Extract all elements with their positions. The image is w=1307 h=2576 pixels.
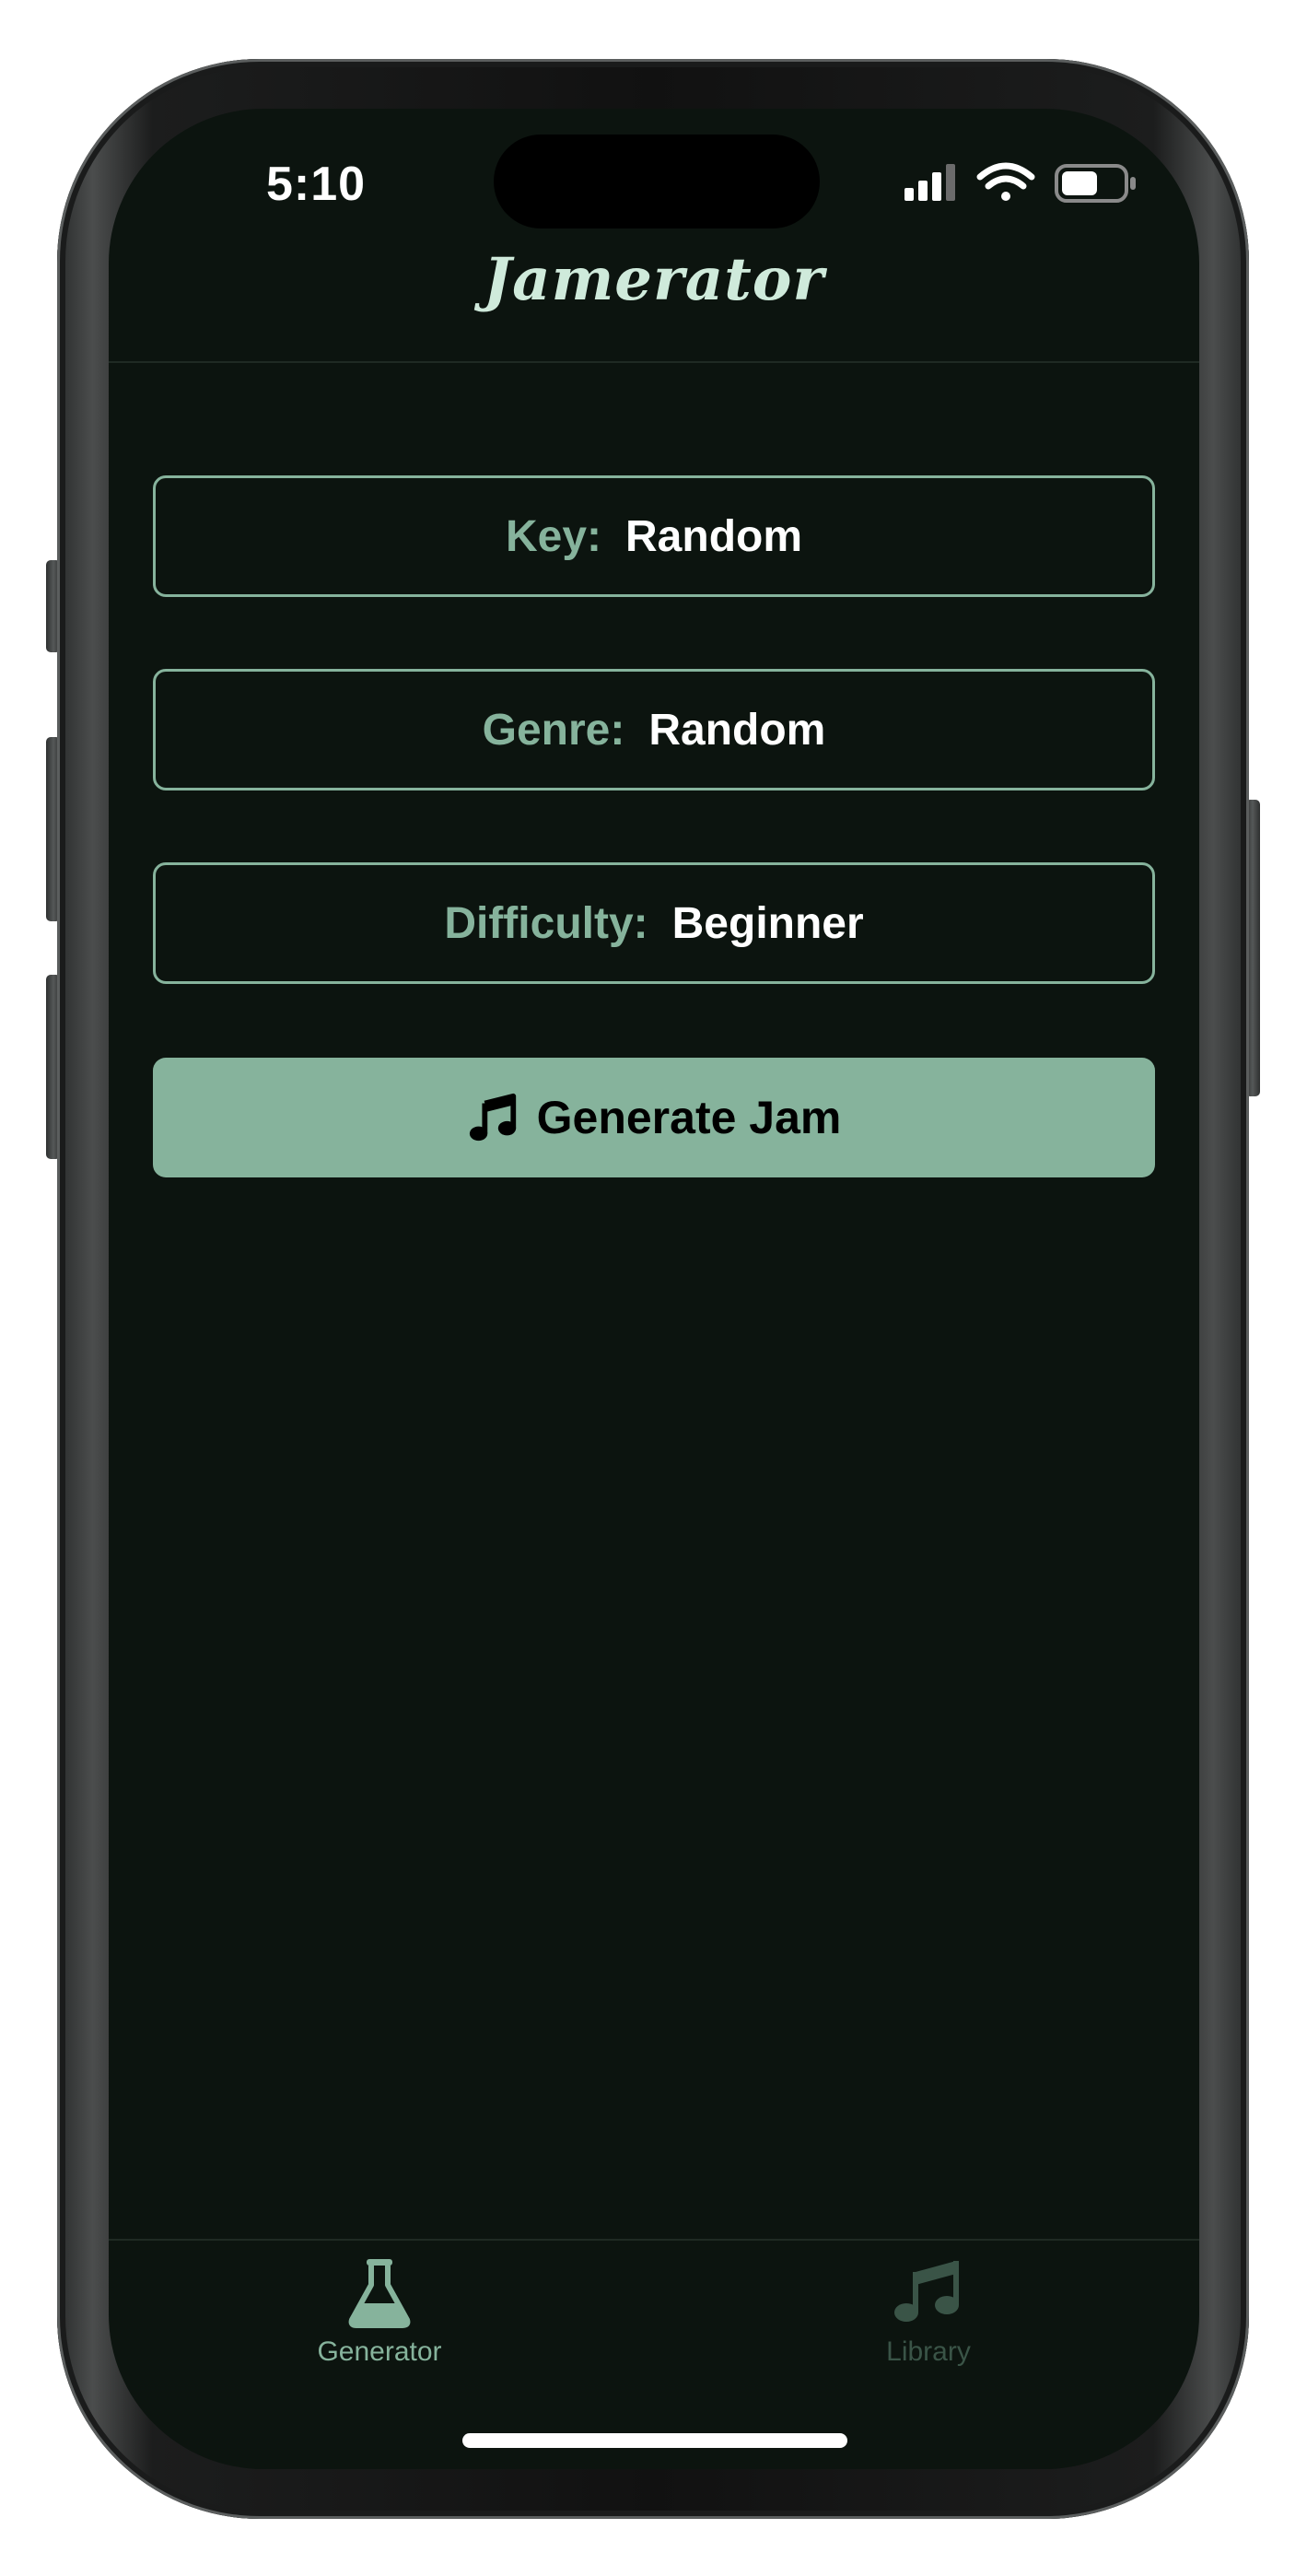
tab-generator[interactable]: Generator <box>241 2255 518 2394</box>
tab-library[interactable]: Library <box>790 2255 1067 2394</box>
difficulty-value: Beginner <box>671 898 864 948</box>
tab-bar-divider <box>109 2239 1199 2241</box>
status-icons <box>904 160 1153 206</box>
difficulty-label: Difficulty: <box>444 898 648 948</box>
battery-icon <box>1055 164 1136 203</box>
music-notes-icon <box>892 2255 965 2329</box>
tab-generator-label: Generator <box>317 2336 442 2367</box>
difficulty-selector-button[interactable]: Difficulty: Beginner <box>153 862 1155 984</box>
status-time: 5:10 <box>265 158 367 211</box>
app-screen: 5:10 Jamerator Key: Random Genre: Random… <box>109 109 1199 2469</box>
genre-selector-button[interactable]: Genre: Random <box>153 669 1155 790</box>
generate-jam-label: Generate Jam <box>536 1092 842 1143</box>
wifi-icon <box>976 162 1035 201</box>
key-value: Random <box>625 511 803 561</box>
generate-jam-button[interactable]: Generate Jam <box>153 1058 1155 1177</box>
home-indicator[interactable] <box>462 2433 847 2448</box>
key-label: Key: <box>505 511 602 561</box>
cellular-signal-icon <box>904 164 955 201</box>
nav-divider <box>109 361 1199 363</box>
dynamic-island <box>494 135 820 228</box>
genre-label: Genre: <box>482 705 625 755</box>
key-selector-button[interactable]: Key: Random <box>153 475 1155 597</box>
tab-library-label: Library <box>886 2336 971 2367</box>
music-note-icon <box>467 1091 520 1144</box>
app-title: Jamerator <box>483 245 825 314</box>
flask-icon <box>343 2255 416 2329</box>
genre-value: Random <box>648 705 826 755</box>
